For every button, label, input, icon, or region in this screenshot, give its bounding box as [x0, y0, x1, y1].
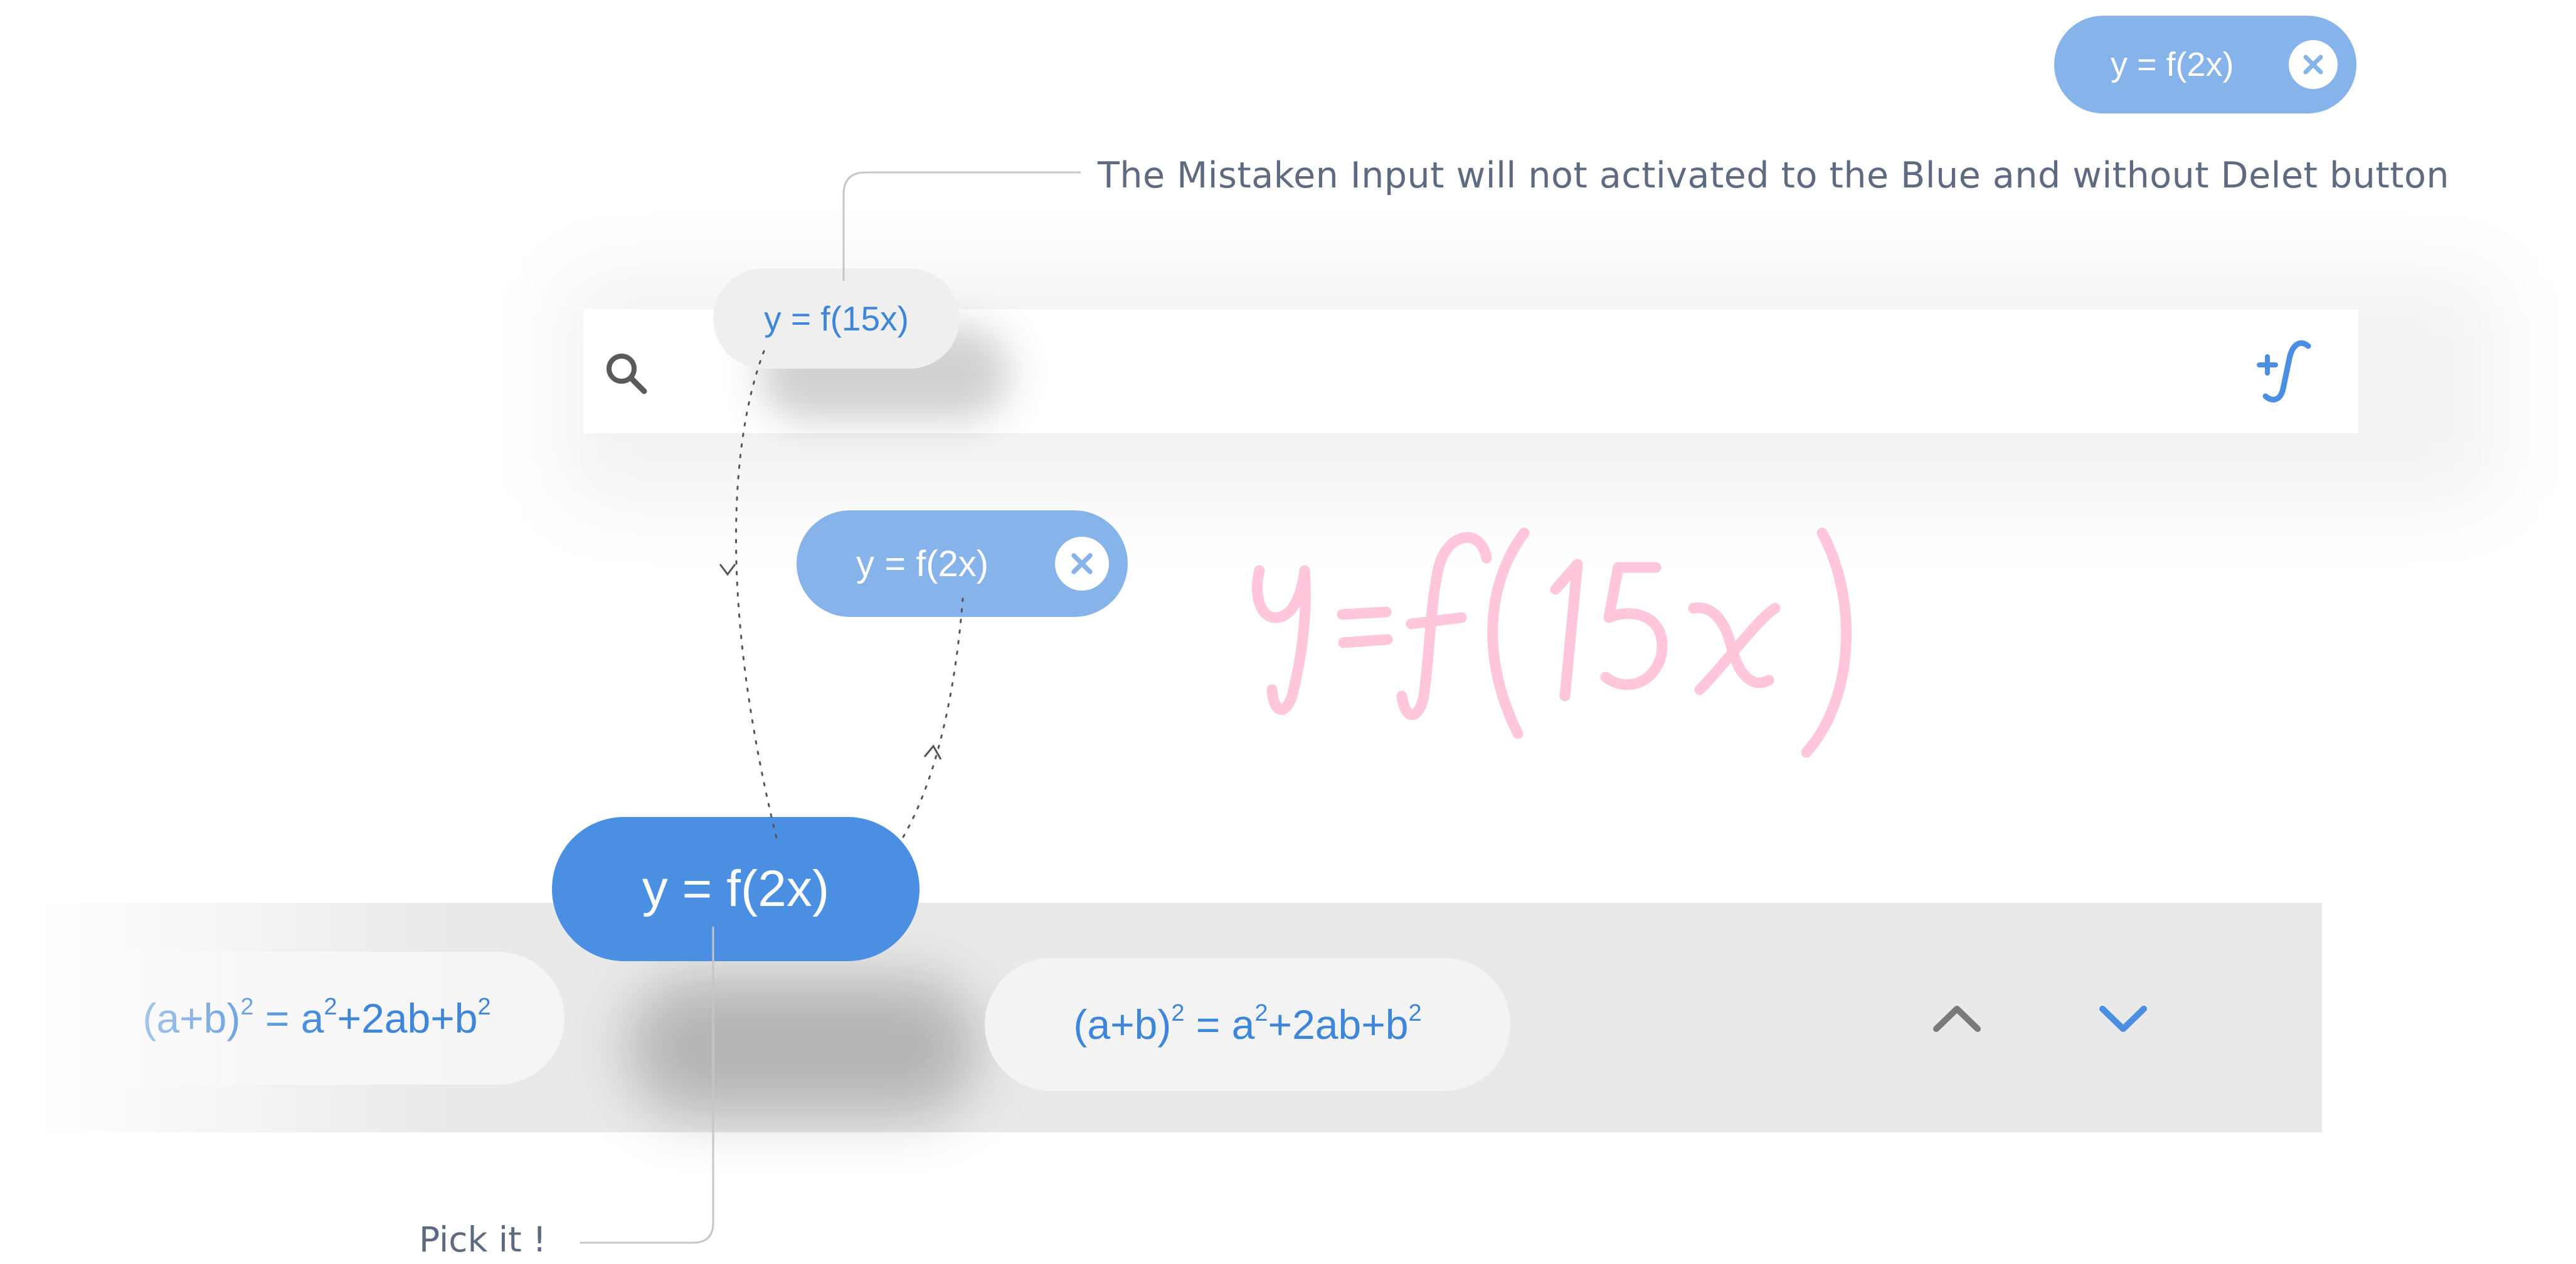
mistaken-input-chip[interactable]: y = f(15x): [713, 268, 960, 369]
picked-chip-shadow: [627, 978, 978, 1116]
handwritten-formula: [1223, 489, 1976, 790]
active-formula-chip[interactable]: y = f(2x): [797, 510, 1128, 617]
top-note-leader: [842, 171, 1081, 281]
add-function-icon[interactable]: [2252, 337, 2321, 406]
chip-label: y = f(2x): [642, 860, 830, 917]
formula-text: (a+b)2 = a2+2ab+b2: [142, 994, 491, 1041]
chevron-up-icon[interactable]: [1922, 994, 1991, 1044]
formula-chip-left[interactable]: (a+b)2 = a2+2ab+b2: [69, 952, 564, 1085]
formula-chip-right[interactable]: (a+b)2 = a2+2ab+b2: [985, 958, 1510, 1091]
chip-label: y = f(2x): [856, 543, 989, 584]
chip-label: y = f(2x): [2111, 46, 2234, 83]
close-icon[interactable]: [1055, 537, 1109, 591]
mistaken-input-note: The Mistaken Input will not activated to…: [1098, 155, 2450, 196]
formula-input-ui: y = f(2x) The Mistaken Input will not ac…: [0, 0, 2576, 1264]
close-icon[interactable]: [2289, 40, 2338, 89]
dotted-path-right: [902, 598, 964, 838]
arrow-head-left: [719, 564, 736, 576]
arrow-head-right: [923, 744, 942, 760]
search-icon[interactable]: [599, 345, 655, 401]
handwriting-drawing: [1252, 527, 1852, 758]
formula-text: (a+b)2 = a2+2ab+b2: [1073, 1000, 1422, 1048]
chevron-down-icon[interactable]: [2089, 994, 2158, 1044]
picked-formula-chip[interactable]: y = f(2x): [552, 817, 920, 961]
chip-label: y = f(15x): [764, 299, 909, 338]
top-formula-chip[interactable]: y = f(2x): [2054, 16, 2356, 113]
pick-it-note: Pick it !: [419, 1219, 547, 1260]
